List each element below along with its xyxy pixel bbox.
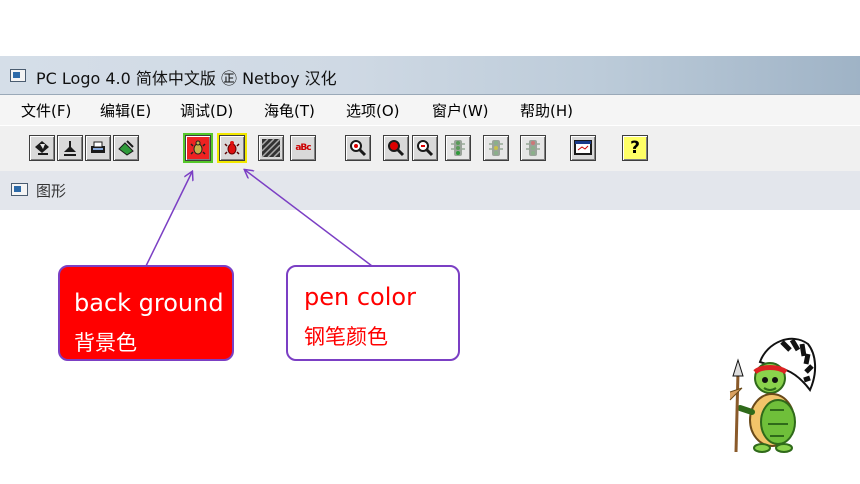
pen-color-callout: pen color 钢笔颜色 bbox=[286, 265, 460, 361]
pen-callout-english: pen color bbox=[304, 283, 416, 311]
background-callout-chinese: 背景色 bbox=[74, 331, 137, 355]
pen-callout-chinese: 钢笔颜色 bbox=[304, 325, 388, 349]
pen-callout-arrow bbox=[245, 170, 373, 267]
background-color-callout: back ground 背景色 bbox=[58, 265, 234, 361]
background-callout-english: back ground bbox=[74, 289, 224, 317]
turtle-mascot-illustration bbox=[729, 337, 816, 453]
background-callout-arrow bbox=[145, 172, 192, 267]
